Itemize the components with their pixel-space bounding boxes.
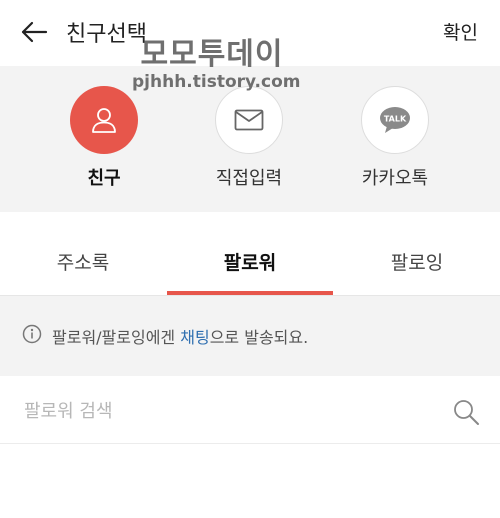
- search-icon[interactable]: [452, 398, 480, 430]
- picker-friend[interactable]: 친구: [49, 86, 159, 190]
- tab-bar: 주소록 팔로워 팔로잉: [0, 212, 500, 296]
- search-input[interactable]: [22, 396, 426, 426]
- notice-banner: 팔로워/팔로잉에겐 채팅으로 발송되요.: [0, 296, 500, 376]
- watermark: 모모투데이 pjhhh.tistory.com: [132, 37, 301, 93]
- picker-kakaotalk-circle[interactable]: TALK: [361, 86, 429, 154]
- picker-friend-circle[interactable]: [70, 86, 138, 154]
- notice-text: 팔로워/팔로잉에겐 채팅으로 발송되요.: [52, 324, 308, 348]
- back-arrow-icon[interactable]: [20, 20, 48, 44]
- picker-kakaotalk[interactable]: TALK 카카오톡: [340, 86, 450, 190]
- kakaotalk-icon: TALK: [380, 107, 410, 133]
- picker-direct-input-label: 직접입력: [215, 168, 283, 189]
- watermark-url: pjhhh.tistory.com: [132, 72, 301, 92]
- notice-prefix: 팔로워/팔로잉에겐: [52, 328, 181, 347]
- picker-direct-input[interactable]: 직접입력: [194, 86, 304, 190]
- tab-following[interactable]: 팔로잉: [334, 248, 500, 275]
- tab-followers[interactable]: 팔로워: [167, 248, 333, 275]
- watermark-title: 모모투데이: [140, 37, 284, 72]
- notice-suffix: 으로 발송되요.: [209, 328, 309, 347]
- info-icon: [22, 324, 42, 348]
- active-tab-indicator: [167, 291, 333, 295]
- tab-address-book[interactable]: 주소록: [0, 248, 166, 275]
- picker-kakaotalk-label: 카카오톡: [361, 168, 429, 189]
- kakaotalk-icon-text: TALK: [384, 115, 407, 124]
- picker-direct-input-circle[interactable]: [215, 86, 283, 154]
- envelope-icon: [234, 109, 264, 131]
- notice-chat-link[interactable]: 채팅: [180, 328, 209, 347]
- person-icon: [92, 108, 116, 133]
- picker-friend-label: 친구: [87, 168, 121, 189]
- confirm-button[interactable]: 확인: [443, 18, 478, 45]
- search-bar: [0, 376, 500, 444]
